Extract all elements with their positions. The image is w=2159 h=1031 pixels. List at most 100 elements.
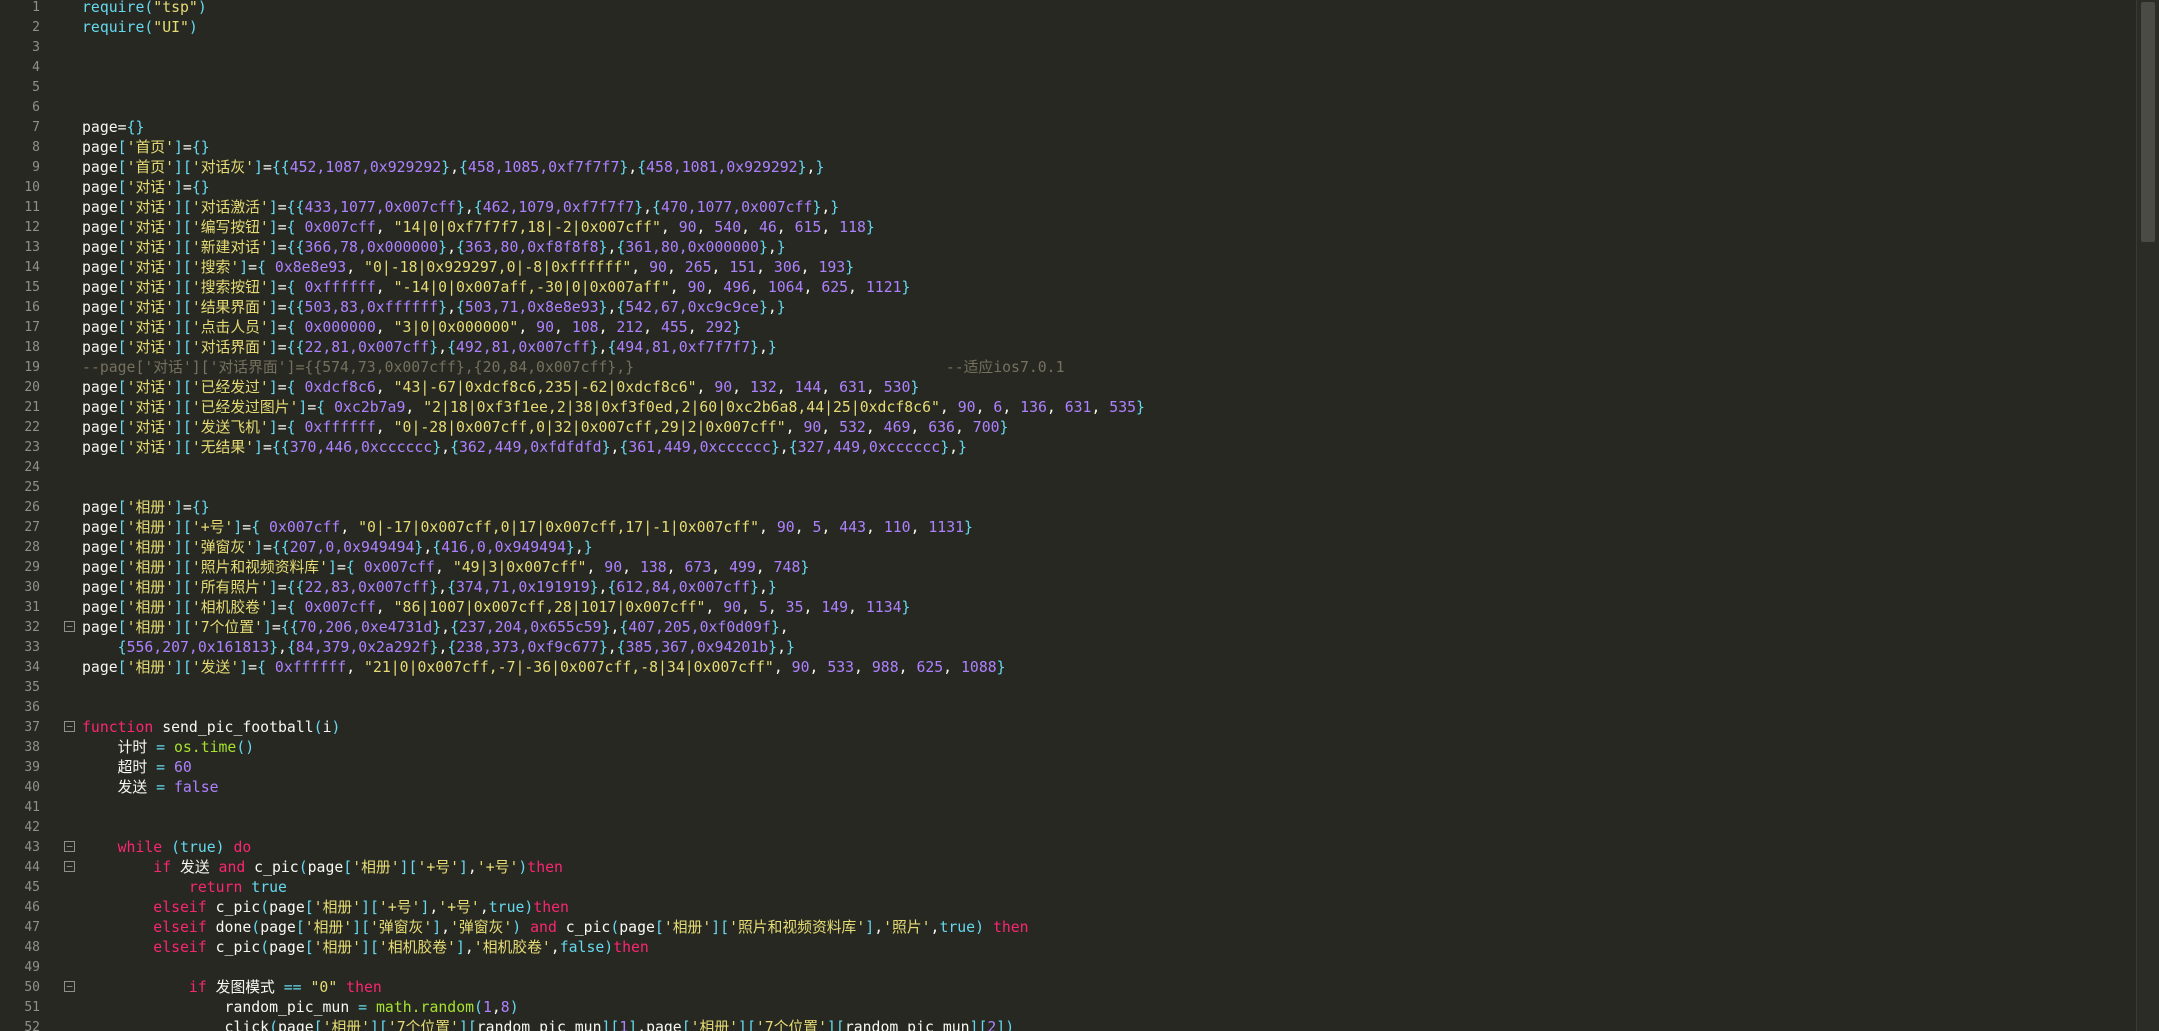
code-line[interactable]: 36 [0, 698, 2137, 718]
code-line[interactable]: 4 [0, 58, 2137, 78]
fold-collapse-icon[interactable]: − [64, 841, 75, 852]
code-line[interactable]: 41 [0, 798, 2137, 818]
vertical-scrollbar-thumb[interactable] [2141, 2, 2155, 242]
line-number: 2 [32, 20, 40, 35]
code-line[interactable]: 11 page['对话']['对话激活']={{433,1077,0x007cff… [0, 198, 2137, 218]
code-line[interactable]: 14 page['对话']['搜索']={ 0x8e8e93, "0|-18|0x… [0, 258, 2137, 278]
code-line[interactable]: 16 page['对话']['结果界面']={{503,83,0xffffff},… [0, 298, 2137, 318]
code-line[interactable]: 22 page['对话']['发送飞机']={ 0xffffff, "0|-28|… [0, 418, 2137, 438]
code-line[interactable]: 40 发送 = false [0, 778, 2137, 798]
code-text: elseif c_pic(page['相册']['+号'],'+号',true)… [153, 899, 569, 916]
code-line[interactable]: 39 超时 = 60 [0, 758, 2137, 778]
code-line[interactable]: 30 page['相册']['所有照片']={{22,83,0x007cff},{… [0, 578, 2137, 598]
code-line[interactable]: 35 [0, 678, 2137, 698]
code-line[interactable]: 49 [0, 958, 2137, 978]
code-editor[interactable]: 1 require("tsp") 2 require("UI") 3 4 5 6 7 page={… [0, 0, 2159, 1031]
code-line[interactable]: 43 − while (true) do [0, 838, 2137, 858]
line-number: 33 [24, 640, 40, 655]
code-line[interactable]: 51 random_pic_mun = math.random(1,8) [0, 998, 2137, 1018]
line-number: 22 [24, 420, 40, 435]
fold-collapse-icon[interactable]: − [64, 621, 75, 632]
code-line[interactable]: 28 page['相册']['弹窗灰']={{207,0,0x949494},{4… [0, 538, 2137, 558]
code-line[interactable]: 10 page['对话']={} [0, 178, 2137, 198]
code-line[interactable]: 27 page['相册']['+号']={ 0x007cff, "0|-17|0x… [0, 518, 2137, 538]
code-line[interactable]: 52 click(page['相册']['7个位置'][random_pic_m… [0, 1018, 2137, 1031]
code-text: page['对话']['结果界面']={{503,83,0xffffff},{5… [82, 299, 786, 316]
code-line[interactable]: 26 page['相册']={} [0, 498, 2137, 518]
code-line[interactable]: 17 page['对话']['点击人员']={ 0x000000, "3|0|0x… [0, 318, 2137, 338]
line-number: 9 [32, 160, 40, 175]
line-number: 10 [24, 180, 40, 195]
fold-collapse-icon[interactable]: − [64, 981, 75, 992]
code-line[interactable]: 34 page['相册']['发送']={ 0xffffff, "21|0|0x0… [0, 658, 2137, 678]
line-number: 19 [24, 360, 40, 375]
code-text: page={} [82, 119, 145, 136]
code-text: 超时 = 60 [82, 759, 192, 776]
code-line[interactable]: 19 --page['对话']['对话界面']={{574,73,0x007cff… [0, 358, 2137, 378]
code-line[interactable]: 2 require("UI") [0, 18, 2137, 38]
code-text: page['对话']['编写按钮']={ 0x007cff, "14|0|0xf… [82, 219, 875, 236]
code-line[interactable]: 9 page['首页']['对话灰']={{452,1087,0x929292},… [0, 158, 2137, 178]
code-text: page['对话']['已经发过图片']={ 0xc2b7a9, "2|18|0… [82, 399, 1145, 416]
line-number: 43 [24, 840, 40, 855]
code-text: page['相册']['照片和视频资料库']={ 0x007cff, "49|3… [82, 559, 810, 576]
code-line[interactable]: 6 [0, 98, 2137, 118]
code-line[interactable]: 3 [0, 38, 2137, 58]
line-number: 36 [24, 700, 40, 715]
line-number: 8 [32, 140, 40, 155]
line-number: 31 [24, 600, 40, 615]
code-line[interactable]: 45 return true [0, 878, 2137, 898]
code-text: page['对话']['无结果']={{370,446,0xcccccc},{3… [82, 439, 967, 456]
code-text: page['相册']['发送']={ 0xffffff, "21|0|0x007… [82, 659, 1006, 676]
vertical-scrollbar[interactable] [2136, 0, 2159, 1031]
code-line[interactable]: 18 page['对话']['对话界面']={{22,81,0x007cff},{… [0, 338, 2137, 358]
line-number: 50 [24, 980, 40, 995]
code-line[interactable]: 5 [0, 78, 2137, 98]
code-line[interactable]: 13 page['对话']['新建对话']={{366,78,0x000000},… [0, 238, 2137, 258]
code-text: click(page['相册']['7个位置'][random_pic_mun]… [82, 1019, 1015, 1031]
code-line[interactable]: 48 elseif c_pic(page['相册']['相机胶卷'],'相机胶卷… [0, 938, 2137, 958]
code-text: elseif done(page['相册']['弹窗灰'],'弹窗灰') and… [153, 919, 1029, 936]
code-line[interactable]: 38 计时 = os.time() [0, 738, 2137, 758]
code-line[interactable]: 47 elseif done(page['相册']['弹窗灰'],'弹窗灰') … [0, 918, 2137, 938]
code-line[interactable]: 7 page={} [0, 118, 2137, 138]
code-line[interactable]: 25 [0, 478, 2137, 498]
code-line[interactable]: 32 − page['相册']['7个位置']={{70,206,0xe4731d}… [0, 618, 2137, 638]
code-text: page['相册']={} [82, 499, 210, 516]
fold-collapse-icon[interactable]: − [64, 721, 75, 732]
code-text: page['相册']['相机胶卷']={ 0x007cff, "86|1007|… [82, 599, 911, 616]
code-line[interactable]: 24 [0, 458, 2137, 478]
code-text: page['对话']={} [82, 179, 210, 196]
code-area[interactable]: 1 require("tsp") 2 require("UI") 3 4 5 6 7 page={… [0, 0, 2137, 1031]
code-line[interactable]: 8 page['首页']={} [0, 138, 2137, 158]
line-number: 37 [24, 720, 40, 735]
code-line[interactable]: 23 page['对话']['无结果']={{370,446,0xcccccc},… [0, 438, 2137, 458]
code-line[interactable]: 33 {556,207,0x161813},{84,379,0x2a292f},… [0, 638, 2137, 658]
code-line[interactable]: 20 page['对话']['已经发过']={ 0xdcf8c6, "43|-67… [0, 378, 2137, 398]
code-line[interactable]: 46 elseif c_pic(page['相册']['+号'],'+号',tr… [0, 898, 2137, 918]
code-line[interactable]: 21 page['对话']['已经发过图片']={ 0xc2b7a9, "2|18… [0, 398, 2137, 418]
code-line[interactable]: 44 − if 发送 and c_pic(page['相册']['+号'],'+号… [0, 858, 2137, 878]
code-line[interactable]: 29 page['相册']['照片和视频资料库']={ 0x007cff, "49… [0, 558, 2137, 578]
fold-collapse-icon[interactable]: − [64, 861, 75, 872]
code-line[interactable]: 37 − function send_pic_football(i) [0, 718, 2137, 738]
code-line[interactable]: 1 require("tsp") [0, 0, 2137, 18]
code-line[interactable]: 12 page['对话']['编写按钮']={ 0x007cff, "14|0|0… [0, 218, 2137, 238]
line-number: 45 [24, 880, 40, 895]
code-line[interactable]: 15 page['对话']['搜索按钮']={ 0xffffff, "-14|0|… [0, 278, 2137, 298]
line-number: 41 [24, 800, 40, 815]
line-number: 32 [24, 620, 40, 635]
code-line[interactable]: 31 page['相册']['相机胶卷']={ 0x007cff, "86|100… [0, 598, 2137, 618]
line-number: 42 [24, 820, 40, 835]
line-number: 34 [24, 660, 40, 675]
line-number: 46 [24, 900, 40, 915]
line-number: 25 [24, 480, 40, 495]
line-number: 18 [24, 340, 40, 355]
code-line[interactable]: 42 [0, 818, 2137, 838]
code-text: elseif c_pic(page['相册']['相机胶卷'],'相机胶卷',f… [153, 939, 649, 956]
line-number: 27 [24, 520, 40, 535]
code-text: page['相册']['7个位置']={{70,206,0xe4731d},{2… [82, 619, 789, 636]
code-text: {556,207,0x161813},{84,379,0x2a292f},{23… [117, 639, 795, 656]
code-line[interactable]: 50 − if 发图模式 == "0" then [0, 978, 2137, 998]
code-text: page['对话']['对话激活']={{433,1077,0x007cff},… [82, 199, 840, 216]
